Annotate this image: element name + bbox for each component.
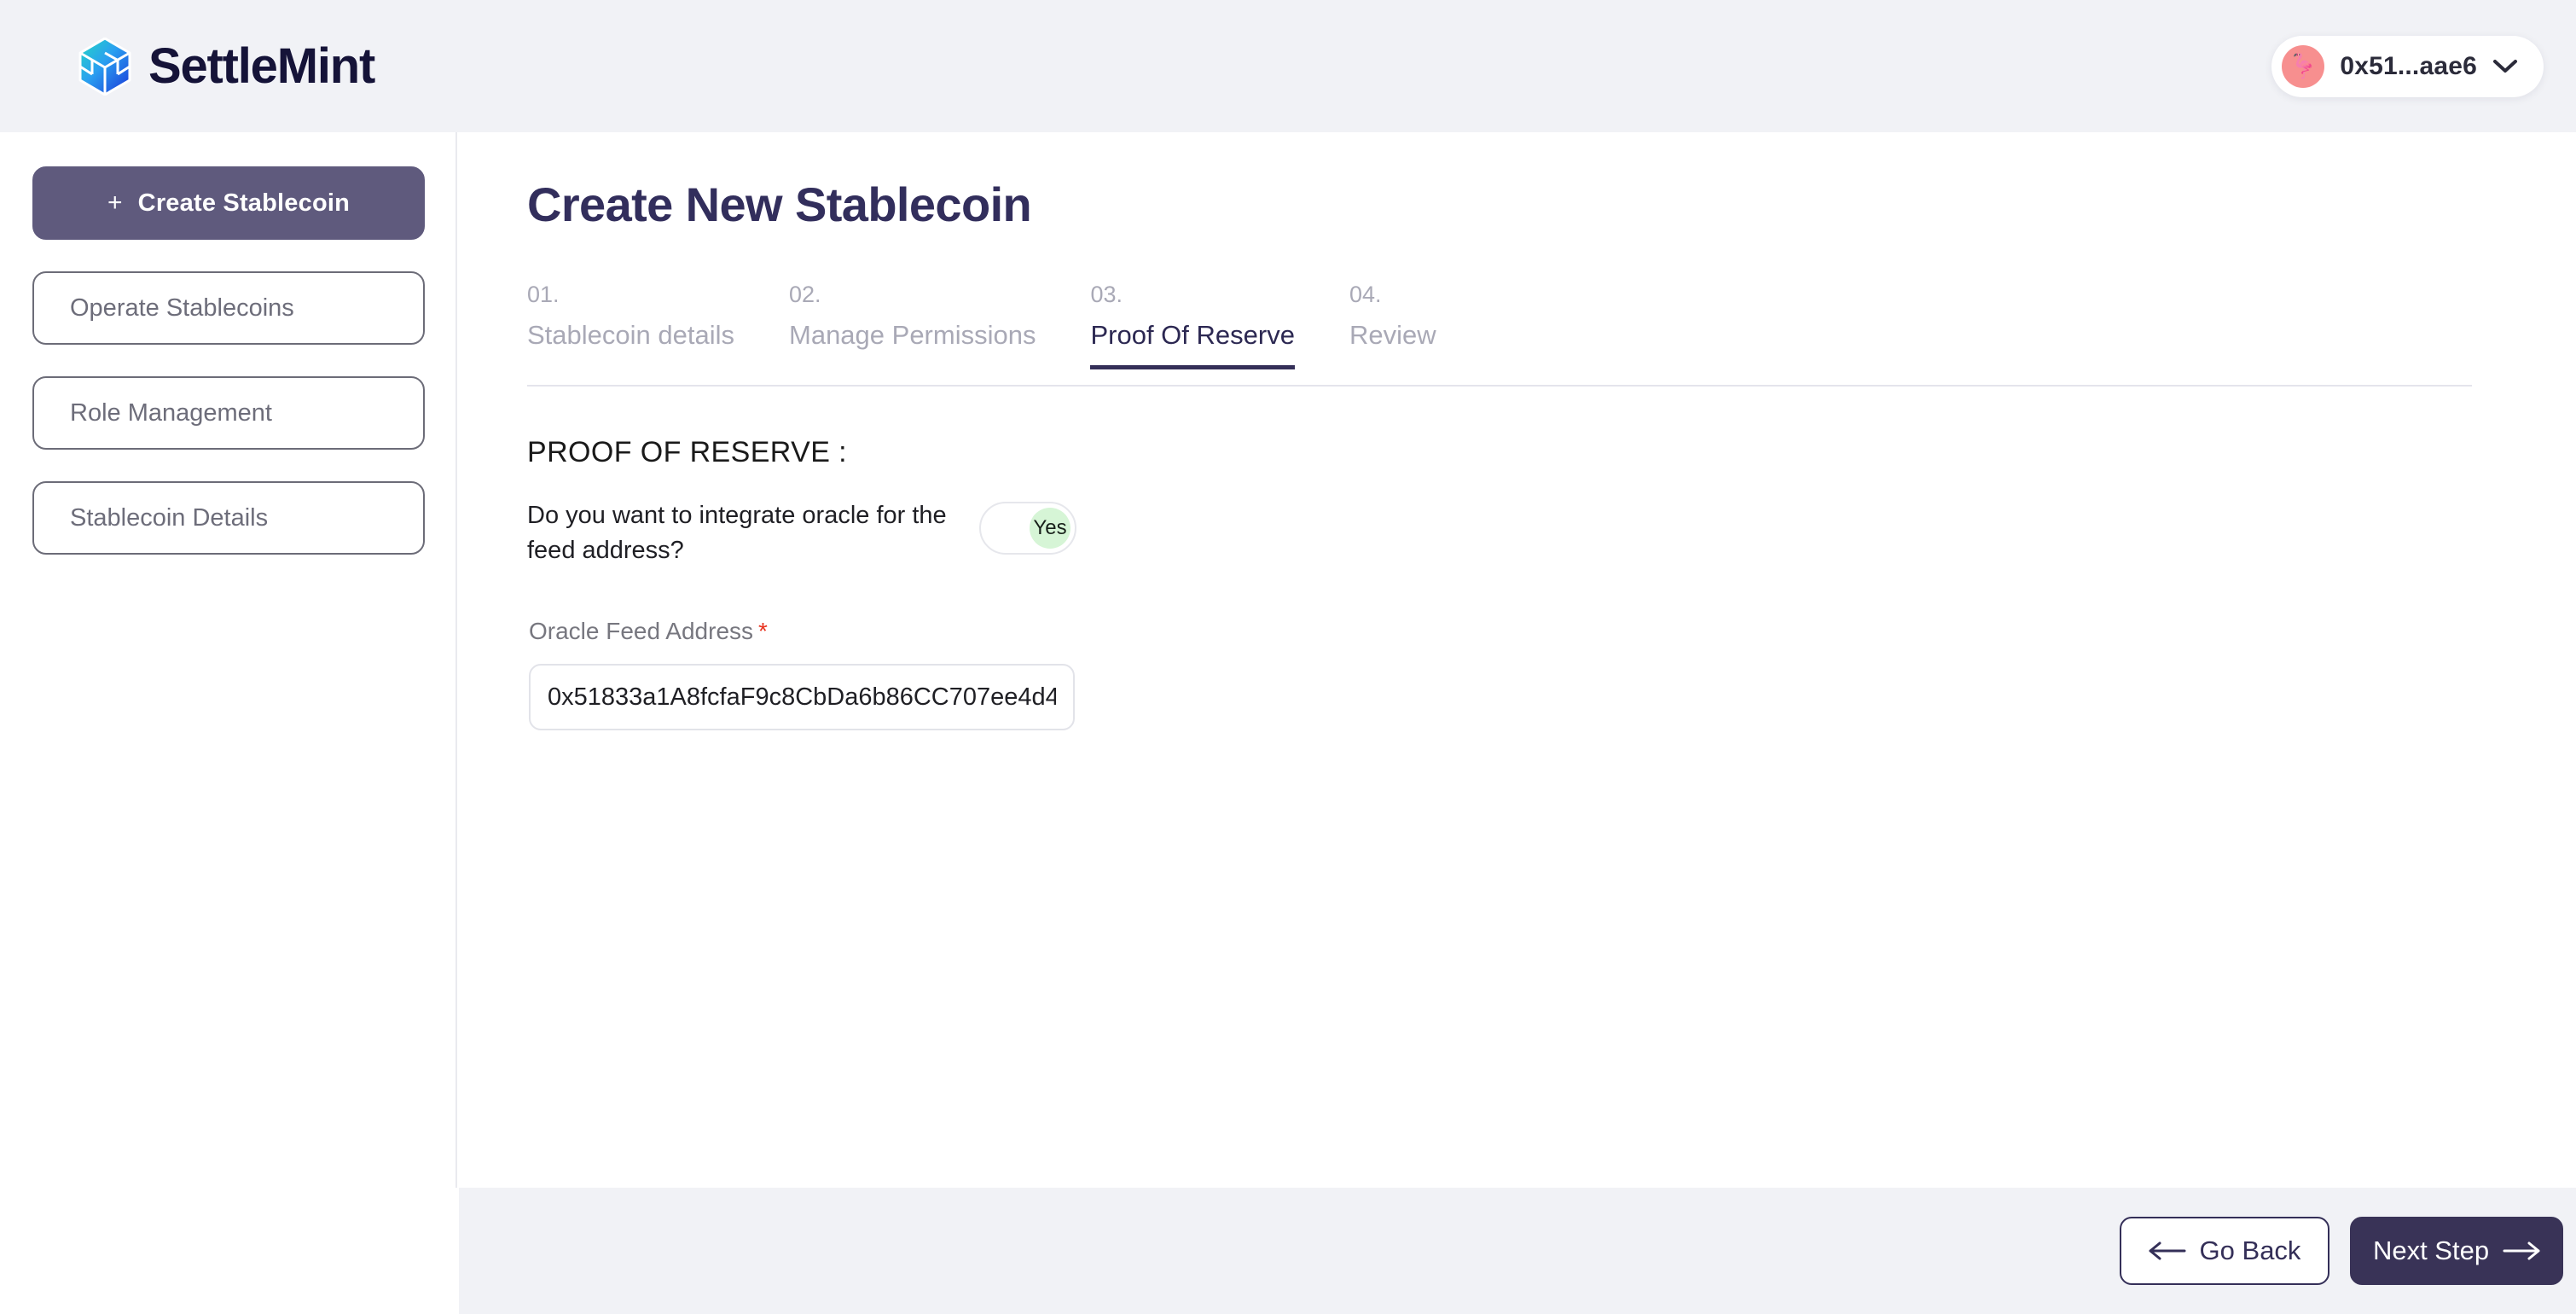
step-label: Review xyxy=(1349,320,1436,350)
sidebar-item-label: Stablecoin Details xyxy=(70,503,269,532)
stepper: 01. Stablecoin details 02. Manage Permis… xyxy=(527,282,2472,387)
chevron-down-icon xyxy=(2492,59,2518,74)
arrow-left-icon xyxy=(2149,1241,2186,1260)
arrow-right-icon xyxy=(2503,1241,2540,1260)
sidebar-item-label: Operate Stablecoins xyxy=(70,294,294,322)
step-label: Manage Permissions xyxy=(789,320,1036,350)
wallet-address: 0x51...aae6 xyxy=(2340,51,2477,80)
sidebar-item-label: Create Stablecoin xyxy=(137,189,351,217)
brand: SettleMint xyxy=(78,37,375,96)
step-label: Stablecoin details xyxy=(527,320,734,350)
sidebar-item-create-stablecoin[interactable]: + Create Stablecoin xyxy=(32,166,425,240)
app-header: SettleMint 🦩 0x51...aae6 xyxy=(0,0,2576,132)
sidebar-item-operate-stablecoins[interactable]: Operate Stablecoins xyxy=(32,271,425,345)
step-proof-of-reserve[interactable]: 03. Proof Of Reserve xyxy=(1090,282,1296,369)
oracle-feed-address-field: Oracle Feed Address * xyxy=(529,618,2576,731)
plus-icon: + xyxy=(107,189,123,217)
wallet-button[interactable]: 🦩 0x51...aae6 xyxy=(2271,35,2544,97)
oracle-toggle[interactable]: Yes xyxy=(979,502,1076,555)
avatar: 🦩 xyxy=(2282,44,2325,88)
step-number: 01. xyxy=(527,282,560,307)
page-title: Create New Stablecoin xyxy=(527,177,1032,231)
app-root: SettleMint 🦩 0x51...aae6 + Create Stable… xyxy=(0,0,2576,1314)
brand-name: SettleMint xyxy=(148,38,375,94)
step-number: 04. xyxy=(1349,282,1382,307)
go-back-button[interactable]: Go Back xyxy=(2120,1217,2329,1285)
section-title: PROOF OF RESERVE : xyxy=(527,436,847,468)
oracle-feed-address-label: Oracle Feed Address * xyxy=(529,618,2576,645)
step-number: 03. xyxy=(1090,282,1123,307)
step-review[interactable]: 04. Review xyxy=(1349,282,1436,368)
step-stablecoin-details[interactable]: 01. Stablecoin details xyxy=(527,282,734,368)
oracle-toggle-question: Do you want to integrate oracle for the … xyxy=(527,502,947,565)
step-number: 02. xyxy=(789,282,821,307)
next-step-label: Next Step xyxy=(2372,1236,2490,1265)
oracle-toggle-state-label: Yes xyxy=(1030,508,1070,549)
oracle-toggle-row: Do you want to integrate oracle for the … xyxy=(527,498,2576,568)
field-label-text: Oracle Feed Address xyxy=(529,618,754,645)
sidebar: + Create Stablecoin Operate Stablecoins … xyxy=(0,132,457,1188)
main-content: Create New Stablecoin 01. Stablecoin det… xyxy=(459,132,2576,1188)
sidebar-item-label: Role Management xyxy=(70,398,272,427)
footer-actions: Go Back Next Step xyxy=(459,1188,2576,1314)
step-label: Proof Of Reserve xyxy=(1090,320,1295,350)
step-manage-permissions[interactable]: 02. Manage Permissions xyxy=(789,282,1036,368)
required-asterisk: * xyxy=(758,618,768,645)
cube-logo-icon xyxy=(78,37,131,96)
oracle-feed-address-input[interactable] xyxy=(529,664,1075,731)
footer-left-spacer xyxy=(0,1188,459,1314)
sidebar-item-stablecoin-details[interactable]: Stablecoin Details xyxy=(32,481,425,555)
next-step-button[interactable]: Next Step xyxy=(2350,1217,2563,1285)
go-back-label: Go Back xyxy=(2199,1236,2301,1265)
sidebar-item-role-management[interactable]: Role Management xyxy=(32,376,425,450)
